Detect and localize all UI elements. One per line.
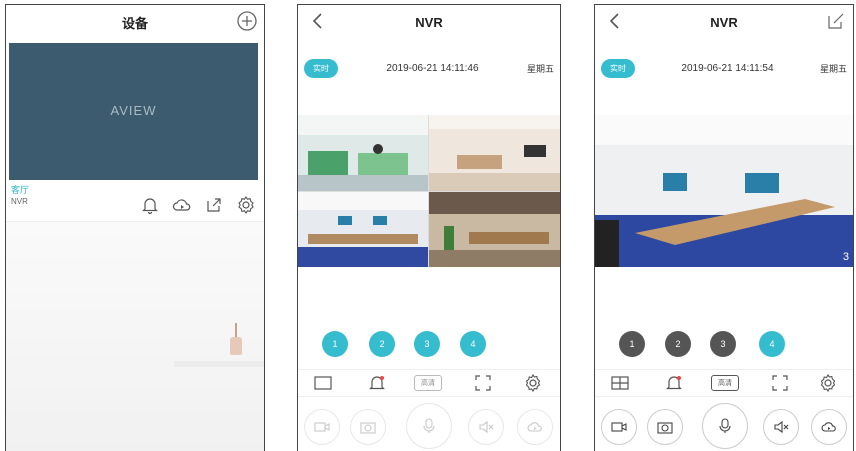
video-grid <box>298 115 560 267</box>
record-video-button[interactable] <box>304 409 340 445</box>
single-view-icon[interactable] <box>314 374 332 392</box>
channel-selector: 1 2 3 4 <box>595 331 853 359</box>
weekday: 星期五 <box>819 63 847 74</box>
edit-icon[interactable] <box>825 10 847 32</box>
decor-shelf <box>174 361 264 367</box>
hd-toggle[interactable]: 高清 <box>711 375 739 391</box>
page-title: NVR <box>415 14 443 30</box>
fullscreen-icon[interactable] <box>771 374 789 392</box>
share-icon[interactable] <box>204 195 224 220</box>
device-list-screen: 设备 AVIEW 客厅 NVR <box>5 4 265 451</box>
channel-button-2[interactable]: 2 <box>369 331 395 357</box>
alarm-bell-icon[interactable] <box>665 374 683 392</box>
decor-stem <box>235 323 237 337</box>
video-cell-1[interactable] <box>298 115 428 191</box>
cloud-play-button[interactable] <box>517 409 553 445</box>
video-cell-3[interactable] <box>298 192 428 267</box>
channel-button-3[interactable]: 3 <box>414 331 440 357</box>
header: NVR <box>298 5 560 39</box>
bell-icon[interactable] <box>140 195 160 220</box>
live-badge[interactable]: 实时 <box>304 58 338 78</box>
datetime: 2019-06-21 14:11:46 <box>386 62 479 74</box>
device-preview-name: AVIEW <box>110 103 157 118</box>
gear-icon[interactable] <box>819 373 837 393</box>
datetime: 2019-06-21 14:11:54 <box>681 62 774 74</box>
device-info: 客厅 NVR <box>11 185 29 207</box>
back-icon[interactable] <box>605 11 625 31</box>
page-title: 设备 <box>121 15 148 31</box>
channel-button-1[interactable]: 1 <box>322 331 348 357</box>
live-badge[interactable]: 实时 <box>601 58 635 78</box>
device-type: NVR <box>11 197 28 206</box>
header: 设备 <box>6 5 264 39</box>
video-single[interactable]: 3 <box>595 115 853 267</box>
channel-selector: 1 2 3 4 <box>298 331 560 359</box>
grid-view-icon[interactable] <box>611 374 629 392</box>
status-row: 实时 2019-06-21 14:11:54 星期五 <box>601 57 847 79</box>
device-preview-card[interactable]: AVIEW <box>9 43 258 180</box>
back-icon[interactable] <box>308 11 328 31</box>
fullscreen-icon[interactable] <box>474 374 492 392</box>
hd-toggle[interactable]: 高清 <box>414 375 442 391</box>
snapshot-button[interactable] <box>647 409 683 445</box>
device-name: 客厅 <box>11 185 30 195</box>
toolbar: 高清 <box>298 369 560 397</box>
channel-button-3[interactable]: 3 <box>710 331 736 357</box>
gear-icon[interactable] <box>524 373 542 393</box>
video-cell-2[interactable] <box>429 115 560 191</box>
add-circle-icon[interactable] <box>236 10 258 32</box>
channel-button-2[interactable]: 2 <box>665 331 691 357</box>
nvr-single-view-screen: NVR 实时 2019-06-21 14:11:54 星期五 3 1 2 3 4 <box>594 4 854 451</box>
channel-button-1[interactable]: 1 <box>619 331 645 357</box>
header: NVR <box>595 5 853 39</box>
snapshot-button[interactable] <box>350 409 386 445</box>
microphone-button[interactable] <box>702 403 748 449</box>
cloud-icon[interactable] <box>172 195 192 220</box>
alarm-bell-icon[interactable] <box>368 374 386 392</box>
microphone-button[interactable] <box>406 403 452 449</box>
toolbar: 高清 <box>595 369 853 397</box>
record-video-button[interactable] <box>601 409 637 445</box>
background-area <box>6 222 264 451</box>
page-title: NVR <box>710 14 738 30</box>
mute-button[interactable] <box>468 409 504 445</box>
gear-icon[interactable] <box>236 195 256 220</box>
device-actions <box>140 195 256 220</box>
action-row <box>298 401 560 451</box>
video-cell-4[interactable] <box>429 192 560 267</box>
mute-button[interactable] <box>763 409 799 445</box>
status-row: 实时 2019-06-21 14:11:46 星期五 <box>304 57 554 79</box>
cloud-play-button[interactable] <box>811 409 847 445</box>
channel-number-overlay: 3 <box>842 251 849 263</box>
conference-room-feed <box>595 115 853 267</box>
channel-button-4[interactable]: 4 <box>460 331 486 357</box>
nvr-quad-view-screen: NVR 实时 2019-06-21 14:11:46 星期五 1 2 3 4 高… <box>297 4 561 451</box>
channel-button-4[interactable]: 4 <box>759 331 785 357</box>
decor-vase <box>230 337 242 355</box>
action-row <box>595 401 853 451</box>
weekday: 星期五 <box>526 63 554 74</box>
